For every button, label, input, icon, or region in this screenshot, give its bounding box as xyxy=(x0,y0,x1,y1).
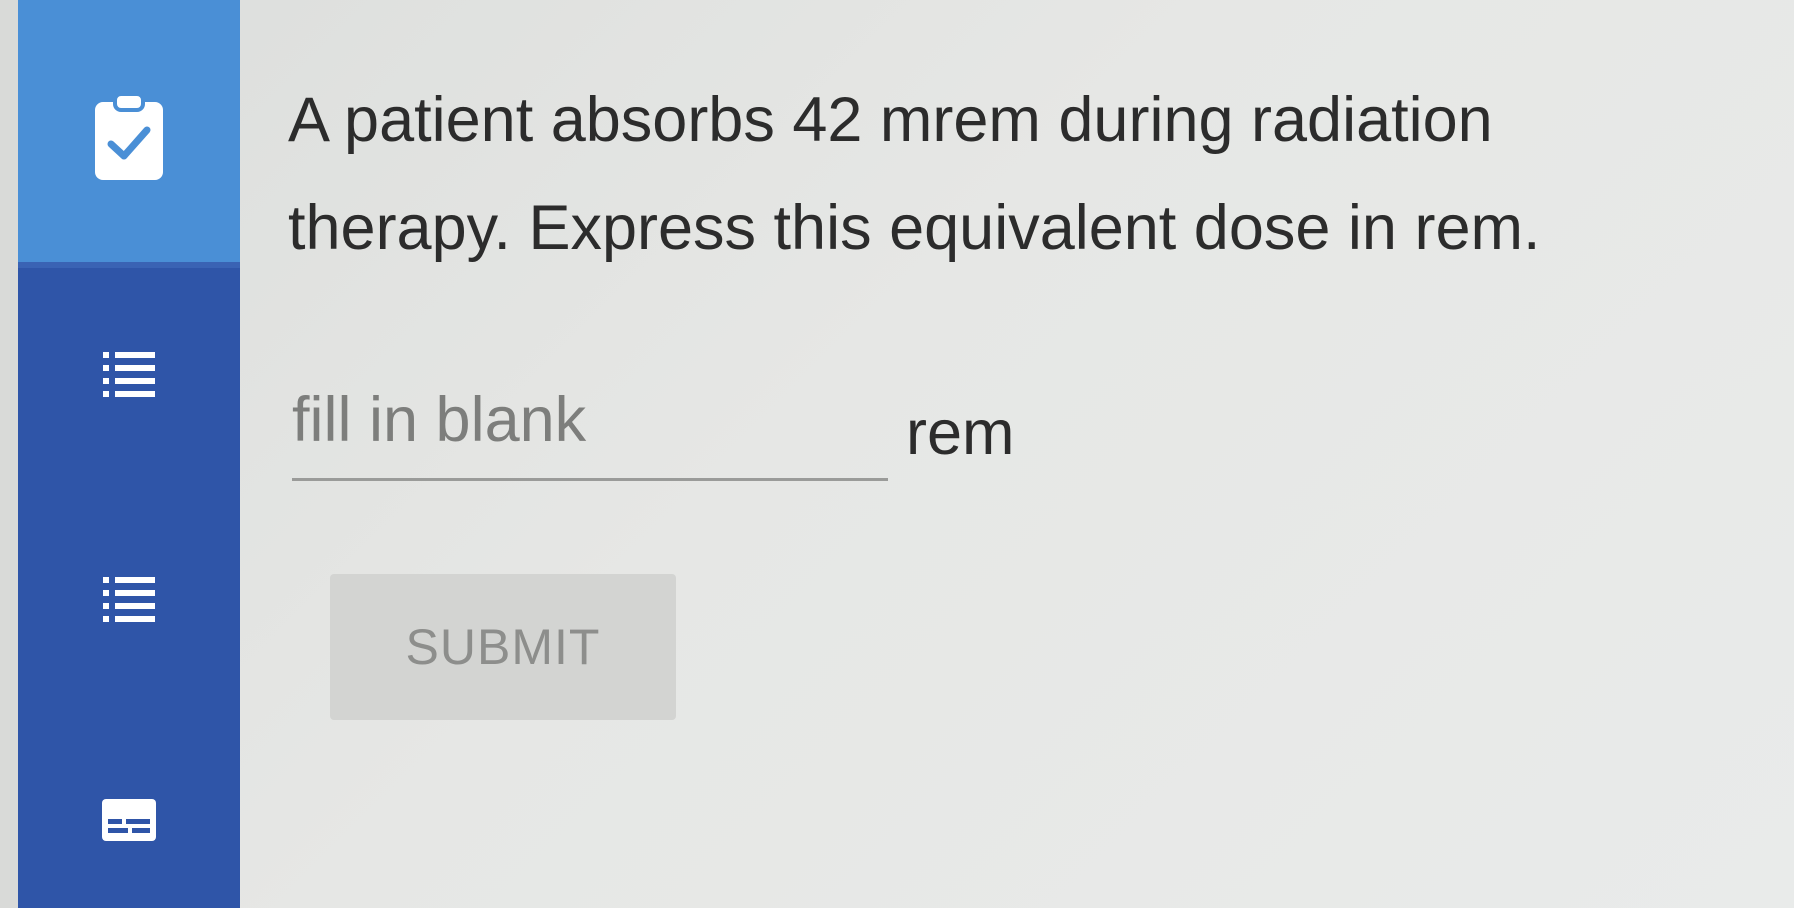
sidebar-item-card[interactable] xyxy=(18,790,240,850)
question-panel: A patient absorbs 42 mrem during radiati… xyxy=(240,0,1794,908)
card-icon xyxy=(102,799,156,841)
clipboard-check-icon xyxy=(95,92,163,180)
answer-row: rem xyxy=(292,372,1015,481)
answer-input[interactable] xyxy=(292,372,888,481)
window-edge xyxy=(0,0,18,908)
sidebar-item-assignment[interactable] xyxy=(18,88,240,188)
sidebar-divider xyxy=(18,262,240,268)
list-icon xyxy=(103,577,155,622)
screen: A patient absorbs 42 mrem during radiati… xyxy=(0,0,1794,908)
answer-unit: rem xyxy=(906,398,1015,468)
question-text: A patient absorbs 42 mrem during radiati… xyxy=(288,85,1541,263)
sidebar xyxy=(18,0,240,908)
submit-button[interactable]: SUBMIT xyxy=(330,574,676,720)
sidebar-item-list-2[interactable] xyxy=(18,563,240,633)
list-icon xyxy=(103,352,155,397)
sidebar-item-list-1[interactable] xyxy=(18,338,240,408)
